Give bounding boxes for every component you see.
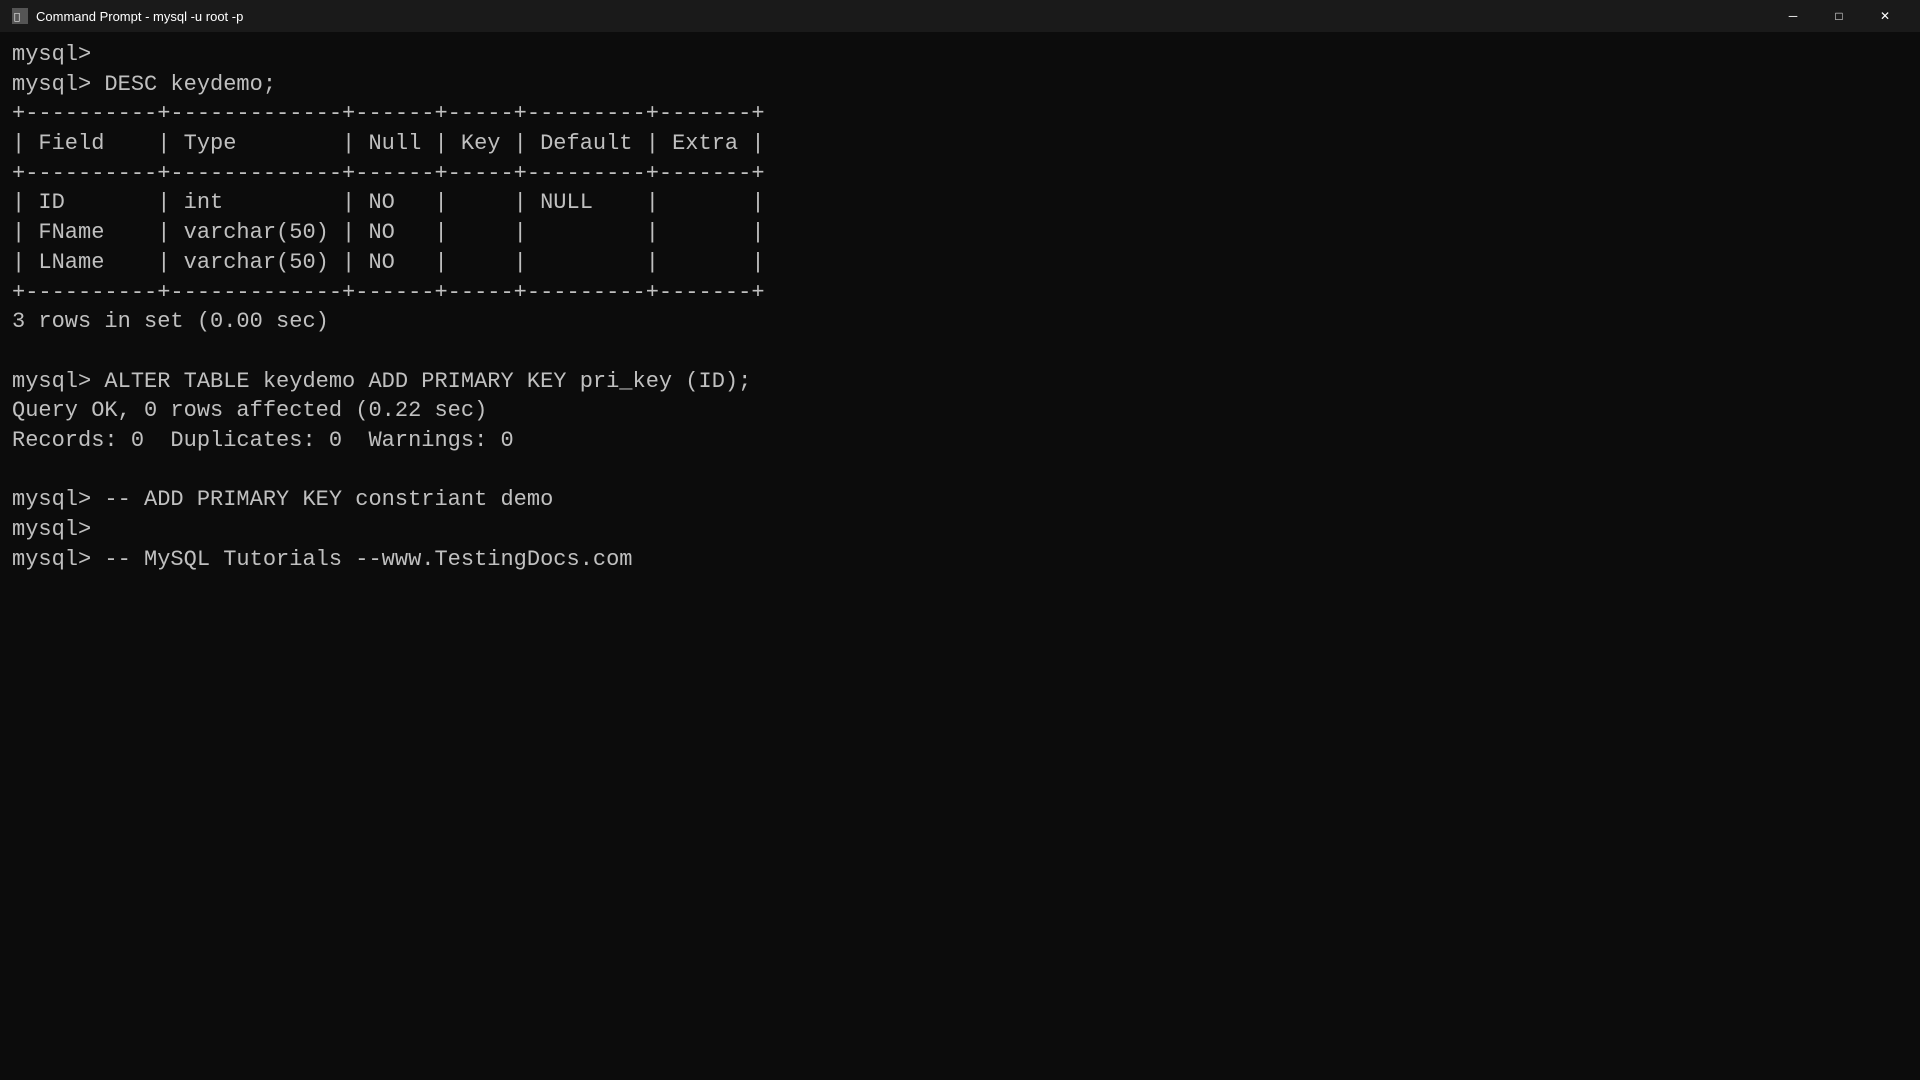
title-bar:  Command Prompt - mysql -u root -p ─ □ … — [0, 0, 1920, 32]
close-button[interactable]: ✕ — [1862, 0, 1908, 32]
terminal-body[interactable]: mysql> mysql> DESC keydemo; +----------+… — [0, 32, 1920, 1080]
window-controls: ─ □ ✕ — [1770, 0, 1908, 32]
terminal-output: mysql> mysql> DESC keydemo; +----------+… — [12, 40, 1908, 574]
cmd-window:  Command Prompt - mysql -u root -p ─ □ … — [0, 0, 1920, 1080]
svg-text::  — [14, 12, 20, 23]
cmd-icon:  — [12, 8, 28, 24]
minimize-button[interactable]: ─ — [1770, 0, 1816, 32]
window-title: Command Prompt - mysql -u root -p — [36, 9, 243, 24]
title-bar-left:  Command Prompt - mysql -u root -p — [12, 8, 243, 24]
maximize-button[interactable]: □ — [1816, 0, 1862, 32]
